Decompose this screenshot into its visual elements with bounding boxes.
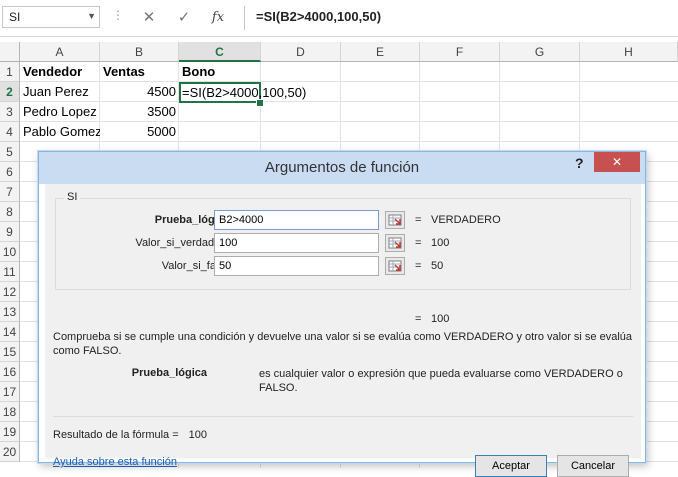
active-cell-c2[interactable]: =SI(B2>4000,100,50) [179, 82, 306, 103]
cell-b1[interactable]: Ventas [101, 62, 178, 82]
row-header-3[interactable]: 3 [0, 102, 20, 122]
row-header-5[interactable]: 5 [0, 142, 20, 162]
function-result: = 100 [415, 313, 449, 325]
row-header-19[interactable]: 19 [0, 422, 20, 442]
row-header-13[interactable]: 13 [0, 302, 20, 322]
range-select-icon[interactable] [385, 211, 405, 229]
arg-equals: = [415, 214, 422, 226]
function-result-equals: = [415, 313, 422, 325]
row-header-9[interactable]: 9 [0, 222, 20, 242]
row-header-12[interactable]: 12 [0, 282, 20, 302]
row-header-16[interactable]: 16 [0, 362, 20, 382]
cell-c1[interactable]: Bono [180, 62, 260, 82]
arg-input-prueba-logica[interactable] [214, 210, 379, 230]
cell-a3[interactable]: Pedro Lopez [21, 102, 100, 122]
cell-a1[interactable]: Vendedor [21, 62, 99, 82]
help-icon[interactable]: ? [575, 155, 584, 171]
divider [53, 416, 633, 417]
cancel-icon[interactable]: ✕ [137, 7, 161, 29]
grip-icon: ⋮ [112, 8, 124, 22]
arg-row-prueba-logica: Prueba_lógica = VERDADERO [45, 210, 641, 232]
arg-result: 100 [431, 237, 450, 249]
dialog-body: SI Prueba_lógica = VERDADERO Valor_si_ve… [45, 184, 641, 477]
arg-input-valor-si-verdadero[interactable] [214, 233, 379, 253]
ok-button[interactable]: Aceptar [475, 455, 547, 477]
row-header-6[interactable]: 6 [0, 162, 20, 182]
dropdown-icon[interactable]: ▼ [87, 11, 96, 21]
row-header-1[interactable]: 1 [0, 62, 20, 82]
enter-icon[interactable]: ✓ [172, 7, 196, 29]
row-header-14[interactable]: 14 [0, 322, 20, 342]
row-header-20[interactable]: 20 [0, 442, 20, 462]
row-header-15[interactable]: 15 [0, 342, 20, 362]
column-header-h[interactable]: H [580, 42, 678, 62]
column-header-f[interactable]: F [420, 42, 500, 62]
dialog-title-bar[interactable]: Argumentos de función ? ✕ [39, 152, 645, 184]
row-header-7[interactable]: 7 [0, 182, 20, 202]
cell-b3[interactable]: 3500 [101, 102, 178, 122]
function-name: SI [64, 191, 81, 203]
row-header-17[interactable]: 17 [0, 382, 20, 402]
formula-result: Resultado de la fórmula = 100 [53, 429, 207, 441]
cell-a2[interactable]: Juan Perez [21, 82, 100, 102]
select-all-corner[interactable] [0, 42, 20, 62]
help-link[interactable]: Ayuda sobre esta función [53, 456, 177, 468]
column-header-b[interactable]: B [100, 42, 179, 62]
cell-b2[interactable]: 4500 [101, 82, 178, 102]
row-header-11[interactable]: 11 [0, 262, 20, 282]
column-header-c[interactable]: C [179, 42, 261, 62]
range-select-icon[interactable] [385, 234, 405, 252]
range-select-icon[interactable] [385, 257, 405, 275]
arg-result: VERDADERO [431, 214, 501, 226]
row-header-8[interactable]: 8 [0, 202, 20, 222]
row-header-18[interactable]: 18 [0, 402, 20, 422]
arg-description-text: es cualquier valor o expresión que pueda… [259, 368, 623, 394]
arg-result: 50 [431, 260, 444, 272]
column-header-d[interactable]: D [261, 42, 341, 62]
cell-a4[interactable]: Pablo Gomez [21, 122, 100, 142]
formula-bar: SI ▼ ⋮ ✕ ✓ fx =SI(B2>4000,100,50) [0, 0, 678, 37]
insert-function-icon[interactable]: fx [206, 7, 230, 29]
row-header-4[interactable]: 4 [0, 122, 20, 142]
arg-description-name: Prueba_lógica [131, 367, 207, 379]
cell-b4[interactable]: 5000 [101, 122, 178, 142]
fill-handle[interactable] [256, 99, 264, 107]
arg-row-valor-si-falso: Valor_si_falso = 50 [45, 256, 641, 278]
dialog-title: Argumentos de función [264, 159, 420, 176]
arg-input-valor-si-falso[interactable] [214, 256, 379, 276]
cancel-button[interactable]: Cancelar [557, 455, 629, 477]
column-header-a[interactable]: A [20, 42, 100, 62]
function-result-value: 100 [431, 313, 450, 325]
name-box-value: SI [9, 10, 21, 24]
formula-result-value: 100 [188, 429, 208, 441]
formula-result-label: Resultado de la fórmula = [53, 429, 179, 441]
column-header-e[interactable]: E [341, 42, 420, 62]
function-description: Comprueba si se cumple una condición y d… [53, 331, 633, 357]
column-header-g[interactable]: G [500, 42, 580, 62]
arg-row-valor-si-verdadero: Valor_si_verdadero = 100 [45, 233, 641, 255]
active-cell-formula: =SI(B2>4000,100,50) [182, 85, 307, 100]
formula-bar-divider [244, 6, 245, 30]
formula-input[interactable]: =SI(B2>4000,100,50) [256, 9, 381, 24]
row-header-10[interactable]: 10 [0, 242, 20, 262]
arg-equals: = [415, 237, 422, 249]
close-icon[interactable]: ✕ [594, 152, 640, 172]
row-header-2[interactable]: 2 [0, 82, 20, 102]
arg-equals: = [415, 260, 422, 272]
function-arguments-dialog: Argumentos de función ? ✕ SI Prueba_lógi… [38, 151, 646, 477]
name-box[interactable]: SI ▼ [2, 6, 100, 28]
